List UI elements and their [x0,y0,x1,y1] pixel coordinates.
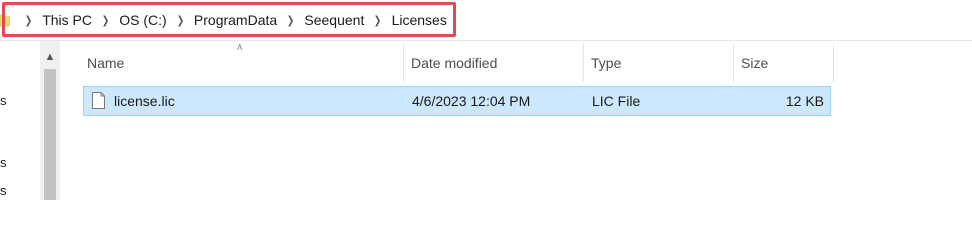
column-header-type[interactable]: Type [584,44,734,82]
nav-item-fragment[interactable]: s [0,93,8,108]
column-header-size[interactable]: Size [734,44,834,82]
scroll-thumb[interactable] [44,69,56,200]
file-size: 12 KB [785,93,824,109]
file-date-modified: 4/6/2023 12:04 PM [412,93,531,109]
address-highlight-box [2,2,456,37]
file-icon [92,92,105,109]
nav-scrollbar[interactable]: ▲ [40,41,60,200]
column-header-name[interactable]: Name [80,44,404,82]
file-type: LIC File [592,93,641,109]
address-bar[interactable]: ❯ This PC ❯ OS (C:) ❯ ProgramData ❯ Seeq… [0,0,972,41]
column-header-date-modified[interactable]: Date modified [404,44,584,82]
nav-item-fragment[interactable]: s [0,183,8,198]
file-name[interactable]: license.lic [114,87,175,115]
column-header-type-label: Type [591,55,622,71]
scroll-up-icon[interactable]: ▲ [40,47,60,67]
file-explorer-window: ❯ This PC ❯ OS (C:) ❯ ProgramData ❯ Seeq… [0,0,972,200]
navigation-pane: s s s [0,41,41,200]
nav-item-fragment[interactable]: s [0,155,8,170]
column-headers: Name Date modified Type Size [80,44,836,82]
file-row[interactable]: license.lic 4/6/2023 12:04 PM LIC File 1… [83,86,831,116]
column-header-date-label: Date modified [411,55,498,71]
column-header-size-label: Size [741,55,769,71]
column-header-name-label: Name [87,55,125,71]
